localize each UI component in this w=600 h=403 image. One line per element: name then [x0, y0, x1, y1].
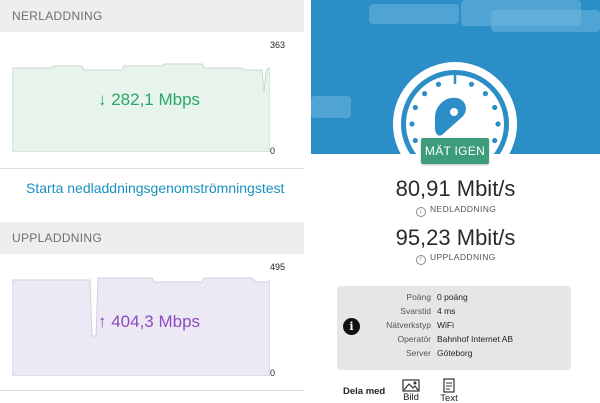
download-arrow-icon: ↓: [416, 207, 426, 217]
download-result-label: ↓ NEDLADDNING: [416, 204, 496, 217]
gauge-tick: [492, 137, 498, 144]
info-key: Nätverkstyp: [386, 320, 431, 330]
image-icon: [402, 379, 420, 392]
share-image-label: Bild: [403, 392, 419, 403]
share-text-button[interactable]: Text: [437, 378, 461, 403]
result-details: i Poäng 0 poäng Svarstid 4 ms Nätverksty…: [337, 286, 571, 370]
info-row: Nätverkstyp WiFi: [337, 320, 571, 333]
upload-graph-max: 495: [270, 262, 286, 272]
gauge-tick: [492, 104, 498, 111]
info-value: 4 ms: [437, 306, 456, 316]
info-key: Server: [405, 348, 431, 358]
upload-result: 95,23 Mbit/s: [395, 225, 516, 250]
info-row: Operatör Bahnhof Internet AB: [337, 334, 571, 347]
download-result-caption: NEDLADDNING: [430, 204, 497, 214]
download-graph-max: 363: [270, 40, 286, 50]
gauge-tick: [412, 104, 418, 111]
upload-section-header: UPPLADDNING: [0, 222, 304, 254]
upload-result-caption: UPPLADDNING: [430, 252, 496, 262]
download-graph-min: 0: [270, 146, 276, 156]
info-row: Poäng 0 poäng: [337, 292, 571, 305]
gauge-tick: [495, 121, 501, 127]
share-text-label: Text: [440, 393, 458, 403]
upload-speed: ↑ 404,3 Mbps: [98, 312, 201, 331]
upload-graph-min: 0: [270, 368, 276, 378]
speedtest-panel: MÄT IGEN 80,91 Mbit/s ↓ NEDLADDNING 95,23…: [311, 0, 600, 403]
download-graph: ↓ 282,1 Mbps: [12, 42, 270, 152]
info-value: Göteborg: [437, 348, 473, 358]
gauge-tick: [412, 137, 418, 144]
info-row: Svarstid 4 ms: [337, 306, 571, 319]
download-section-header: NERLADDNING: [0, 0, 304, 32]
info-value: WiFi: [437, 320, 454, 330]
gauge-tick: [409, 121, 415, 127]
download-speed: ↓ 282,1 Mbps: [98, 90, 201, 109]
divider: [0, 390, 304, 391]
info-key: Poäng: [406, 292, 431, 302]
gauge-tick: [435, 81, 442, 87]
upload-arrow-icon: ↑: [416, 255, 426, 265]
measure-again-button[interactable]: MÄT IGEN: [421, 138, 489, 164]
speedtest-hero: [311, 0, 600, 154]
info-key: Operatör: [397, 334, 431, 344]
share-label: Dela med: [343, 386, 386, 397]
gauge-tick: [422, 91, 428, 97]
document-icon: [443, 378, 455, 393]
throughput-panel: NERLADDNING ↓ 282,1 Mbps 363 0 Starta ne…: [0, 0, 304, 403]
upload-graph: ↑ 404,3 Mbps: [12, 268, 270, 376]
info-row: Server Göteborg: [337, 348, 571, 361]
speedometer-gauge: [393, 62, 517, 154]
gauge-tick: [482, 91, 488, 97]
upload-result-label: ↑ UPPLADDNING: [416, 252, 496, 265]
start-download-test-link[interactable]: Starta nedladdningsgenomströmningstest: [26, 180, 284, 196]
gauge-tick: [468, 81, 475, 87]
share-image-button[interactable]: Bild: [399, 378, 423, 403]
info-value: 0 poäng: [437, 292, 468, 302]
divider: [0, 168, 304, 169]
info-value: Bahnhof Internet AB: [437, 334, 514, 344]
download-result: 80,91 Mbit/s: [395, 176, 516, 201]
info-key: Svarstid: [400, 306, 431, 316]
